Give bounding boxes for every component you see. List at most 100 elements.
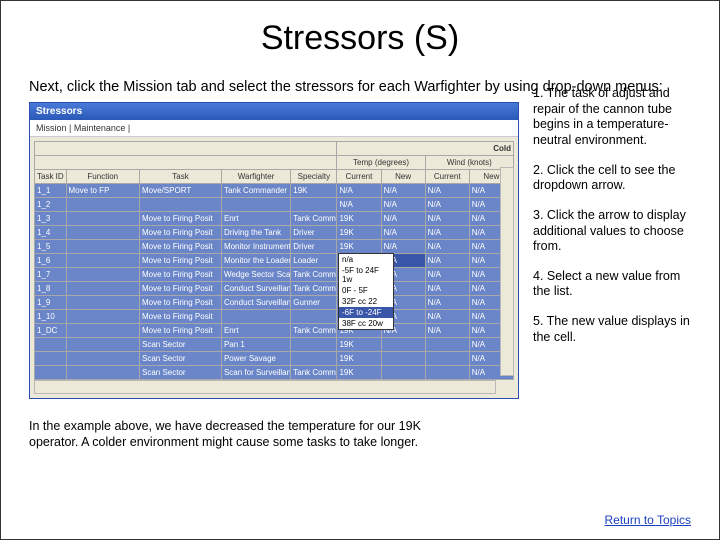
- dropdown-option[interactable]: -5F to 24F 1w: [339, 265, 393, 285]
- info-cell: Conduct Surveillance: [221, 282, 290, 296]
- dropdown-option[interactable]: -6F to -24F: [339, 307, 393, 318]
- info-cell: 1_3: [35, 212, 67, 226]
- value-cell[interactable]: N/A: [381, 212, 425, 226]
- value-cell[interactable]: 19K: [337, 226, 381, 240]
- value-cell[interactable]: 19K: [337, 212, 381, 226]
- column-header-row: Task IDFunction TaskWarfighter Specialty…: [35, 170, 514, 184]
- info-cell: 1_4: [35, 226, 67, 240]
- info-cell: [66, 324, 140, 338]
- info-cell: [66, 226, 140, 240]
- window-titlebar: Stressors: [30, 103, 518, 120]
- value-cell[interactable]: N/A: [425, 254, 469, 268]
- dropdown-option[interactable]: 0F - 5F: [339, 285, 393, 296]
- info-cell: [66, 240, 140, 254]
- note-2: 2. Click the cell to see the dropdown ar…: [533, 163, 691, 194]
- vertical-scrollbar[interactable]: [500, 167, 514, 376]
- info-cell: Tank Commander: [291, 324, 337, 338]
- info-cell: [66, 296, 140, 310]
- value-cell[interactable]: 19K: [337, 366, 381, 380]
- table-row: 1_9Move to Firing PositConduct Surveilla…: [35, 296, 514, 310]
- note-3: 3. Click the arrow to display additional…: [533, 208, 691, 255]
- info-cell: [35, 338, 67, 352]
- value-cell[interactable]: N/A: [425, 212, 469, 226]
- dropdown-option[interactable]: 38F cc 20w: [339, 318, 393, 329]
- table-row: Scan SectorPan 119KN/A: [35, 338, 514, 352]
- dropdown-option[interactable]: n/a: [339, 254, 393, 265]
- value-cell[interactable]: [425, 366, 469, 380]
- info-cell: Monitor the Loader: [221, 254, 290, 268]
- value-cell[interactable]: N/A: [381, 226, 425, 240]
- value-cell[interactable]: N/A: [337, 184, 381, 198]
- temp-new-dropdown[interactable]: n/a-5F to 24F 1w0F - 5F32F cc 22-6F to -…: [338, 253, 394, 330]
- dropdown-option[interactable]: 32F cc 22: [339, 296, 393, 307]
- value-cell[interactable]: 19K: [337, 352, 381, 366]
- tab-bar[interactable]: Mission | Maintenance |: [30, 120, 518, 137]
- info-cell: [66, 268, 140, 282]
- info-cell: Move to Firing Posit: [140, 226, 222, 240]
- table-row: 1_8Move to Firing PositConduct Surveilla…: [35, 282, 514, 296]
- info-cell: Power Savage: [221, 352, 290, 366]
- table-row: 1_7Move to Firing PositWedge Sector Scan…: [35, 268, 514, 282]
- value-cell[interactable]: N/A: [425, 324, 469, 338]
- info-cell: 1_1: [35, 184, 67, 198]
- value-cell[interactable]: 19K: [337, 240, 381, 254]
- table-row: 1_2N/AN/AN/AN/A: [35, 198, 514, 212]
- info-cell: 1_10: [35, 310, 67, 324]
- info-cell: Scan Sector: [140, 338, 222, 352]
- info-cell: Move to Firing Posit: [140, 324, 222, 338]
- return-to-topics-link[interactable]: Return to Topics: [605, 513, 692, 527]
- info-cell: Scan Sector: [140, 366, 222, 380]
- value-cell[interactable]: N/A: [425, 240, 469, 254]
- value-cell[interactable]: [381, 352, 425, 366]
- info-cell: Move to Firing Posit: [140, 240, 222, 254]
- info-cell: [291, 198, 337, 212]
- info-cell: [291, 338, 337, 352]
- info-cell: Tank Commander: [291, 366, 337, 380]
- info-cell: 1_5: [35, 240, 67, 254]
- value-cell[interactable]: N/A: [425, 310, 469, 324]
- info-cell: 1_2: [35, 198, 67, 212]
- info-cell: [35, 366, 67, 380]
- info-cell: [221, 310, 290, 324]
- info-cell: Move to Firing Posit: [140, 282, 222, 296]
- value-cell[interactable]: N/A: [381, 184, 425, 198]
- value-cell[interactable]: N/A: [425, 268, 469, 282]
- value-cell[interactable]: N/A: [381, 240, 425, 254]
- info-cell: Scan for Surveillance: [221, 366, 290, 380]
- group-header-row: Cold: [35, 142, 514, 156]
- info-cell: Move to Firing Posit: [140, 254, 222, 268]
- value-cell[interactable]: [425, 352, 469, 366]
- info-cell: [66, 338, 140, 352]
- info-cell: Enrt: [221, 212, 290, 226]
- info-cell: [66, 366, 140, 380]
- value-cell[interactable]: N/A: [425, 296, 469, 310]
- info-cell: Enrt: [221, 324, 290, 338]
- value-cell[interactable]: N/A: [425, 282, 469, 296]
- table-row: 1_3Move to Firing PositEnrtTank Commande…: [35, 212, 514, 226]
- info-cell: 1_DC: [35, 324, 67, 338]
- table-row: 1_4Move to Firing PositDriving the TankD…: [35, 226, 514, 240]
- note-1: 1. The task of adjust and repair of the …: [533, 86, 691, 149]
- info-cell: Move/SPORT: [140, 184, 222, 198]
- stressors-window: Stressors Mission | Maintenance | Cold: [29, 102, 519, 399]
- value-cell[interactable]: [425, 338, 469, 352]
- info-cell: [66, 212, 140, 226]
- value-cell[interactable]: [381, 338, 425, 352]
- info-cell: 19K: [291, 184, 337, 198]
- value-cell[interactable]: 19K: [337, 338, 381, 352]
- value-cell[interactable]: N/A: [381, 198, 425, 212]
- table-row: 1_DC Move to Firing PositEnrtTank Command…: [35, 324, 514, 338]
- value-cell[interactable]: N/A: [425, 226, 469, 240]
- info-cell: Tank Commander: [221, 184, 290, 198]
- value-cell[interactable]: N/A: [337, 198, 381, 212]
- info-cell: [35, 352, 67, 366]
- value-cell[interactable]: [381, 366, 425, 380]
- info-cell: [140, 198, 222, 212]
- info-cell: Wedge Sector Scan: [221, 268, 290, 282]
- table-row: Scan SectorPower Savage19KN/A: [35, 352, 514, 366]
- value-cell[interactable]: N/A: [425, 184, 469, 198]
- info-cell: Move to FP: [66, 184, 140, 198]
- value-cell[interactable]: N/A: [425, 198, 469, 212]
- horizontal-scrollbar[interactable]: [34, 380, 496, 394]
- info-cell: Conduct Surveillance: [221, 296, 290, 310]
